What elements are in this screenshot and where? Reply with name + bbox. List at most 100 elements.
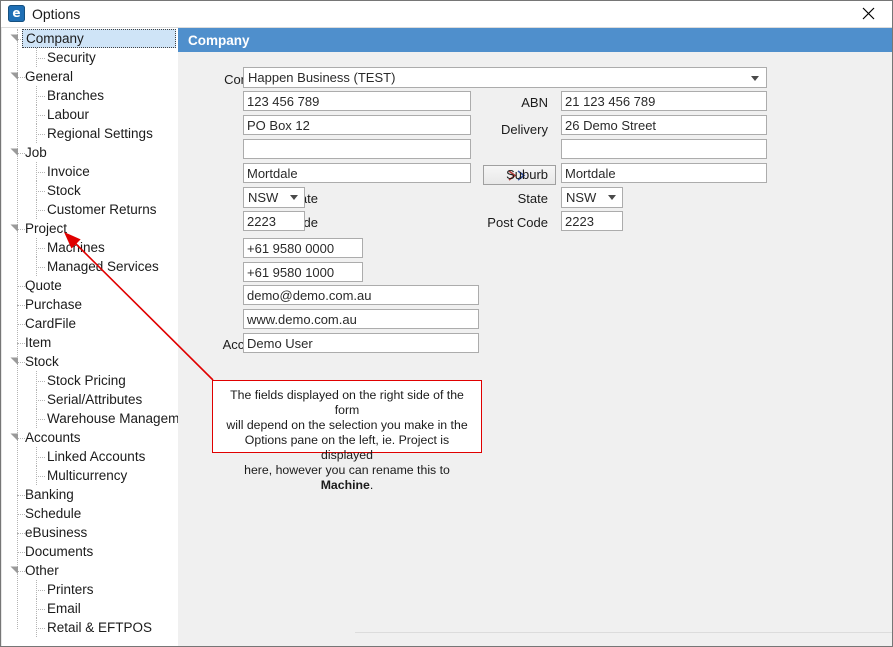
tree-guide-horizontal xyxy=(36,210,45,211)
tree-item-label: Email xyxy=(47,599,81,618)
tree-guide-horizontal xyxy=(36,609,45,610)
tree-guide-horizontal xyxy=(17,305,25,306)
tree-guide-horizontal xyxy=(36,134,45,135)
abn-input[interactable] xyxy=(561,91,767,111)
delivery-suburb-input[interactable] xyxy=(561,163,767,183)
tree-item-linked-accounts[interactable]: Linked Accounts xyxy=(47,447,145,466)
fax-input[interactable] xyxy=(243,262,363,282)
footer-separator xyxy=(355,632,893,633)
tree-item-job[interactable]: Job xyxy=(25,143,47,162)
delivery-post-code-input[interactable] xyxy=(561,211,623,231)
tree-item-item[interactable]: Item xyxy=(25,333,51,352)
tree-item-regional-settings[interactable]: Regional Settings xyxy=(47,124,153,143)
tree-item-label: Branches xyxy=(47,86,104,105)
tree-item-label: Invoice xyxy=(47,162,90,181)
tree-item-security[interactable]: Security xyxy=(47,48,96,67)
app-logo-icon: e xyxy=(8,5,25,22)
acn-input[interactable] xyxy=(243,91,471,111)
tree-item-label: Stock Pricing xyxy=(47,371,126,390)
window-title: Options xyxy=(32,5,80,23)
tree-item-stock[interactable]: Stock xyxy=(47,181,81,200)
callout-line-4-suffix: . xyxy=(370,478,373,492)
tree-expander-icon[interactable] xyxy=(10,148,19,157)
tree-item-multicurrency[interactable]: Multicurrency xyxy=(47,466,127,485)
chevron-down-icon xyxy=(608,195,616,200)
tree-item-label: Banking xyxy=(25,485,74,504)
tree-guide-horizontal xyxy=(36,191,45,192)
delivery-label: Delivery xyxy=(468,121,548,138)
tree-item-warehouse-management[interactable]: Warehouse Management xyxy=(47,409,178,428)
tree-item-label: Documents xyxy=(25,542,93,561)
tree-item-accounts[interactable]: Accounts xyxy=(25,428,81,447)
post-code-input[interactable] xyxy=(243,211,305,231)
tree-item-quote[interactable]: Quote xyxy=(25,276,62,295)
tree-item-customer-returns[interactable]: Customer Returns xyxy=(47,200,157,219)
tree-guide-horizontal xyxy=(36,628,45,629)
tree-item-schedule[interactable]: Schedule xyxy=(25,504,81,523)
address-line1-input[interactable] xyxy=(243,115,471,135)
tree-expander-icon[interactable] xyxy=(10,433,19,442)
suburb-input[interactable] xyxy=(243,163,471,183)
tree-item-email[interactable]: Email xyxy=(47,599,81,618)
tree-item-label: Accounts xyxy=(25,428,81,447)
delivery-state-select[interactable]: NSW xyxy=(561,187,623,208)
options-tree[interactable]: CompanySecurityGeneralBranchesLabourRegi… xyxy=(2,28,178,646)
delivery-line1-input[interactable] xyxy=(561,115,767,135)
tree-item-ebusiness[interactable]: eBusiness xyxy=(25,523,87,542)
callout-line-1: The fields displayed on the right side o… xyxy=(219,388,475,418)
tree-guide-horizontal xyxy=(17,533,25,534)
email-input[interactable] xyxy=(243,285,479,305)
address-line2-input[interactable] xyxy=(243,139,471,159)
tree-item-documents[interactable]: Documents xyxy=(25,542,93,561)
tree-item-branches[interactable]: Branches xyxy=(47,86,104,105)
tree-item-stock-pricing[interactable]: Stock Pricing xyxy=(47,371,126,390)
tree-item-other[interactable]: Other xyxy=(25,561,59,580)
delivery-line2-input[interactable] xyxy=(561,139,767,159)
company-name-combobox[interactable]: Happen Business (TEST) xyxy=(243,67,767,88)
website-input[interactable] xyxy=(243,309,479,329)
tree-item-labour[interactable]: Labour xyxy=(47,105,89,124)
tree-item-label: Printers xyxy=(47,580,94,599)
tree-item-label: Retail & EFTPOS xyxy=(47,618,152,637)
callout-line-4: here, however you can rename this to Mac… xyxy=(219,463,475,493)
tree-guide-horizontal xyxy=(17,286,25,287)
tree-expander-icon[interactable] xyxy=(10,34,19,43)
chevron-down-icon xyxy=(290,195,298,200)
tree-item-managed-services[interactable]: Managed Services xyxy=(47,257,159,276)
tree-item-printers[interactable]: Printers xyxy=(47,580,94,599)
tree-item-company[interactable]: Company xyxy=(22,29,176,48)
callout-line-2: will depend on the selection you make in… xyxy=(219,418,475,433)
close-icon[interactable] xyxy=(848,1,888,26)
tree-item-purchase[interactable]: Purchase xyxy=(25,295,82,314)
tree-item-label: Stock xyxy=(25,352,59,371)
tree-item-label: Other xyxy=(25,561,59,580)
content-pane: Company Company Name Happen Business (TE… xyxy=(178,28,892,646)
tree-item-label: eBusiness xyxy=(25,523,87,542)
callout-line-4-bold: Machine xyxy=(321,478,370,492)
dialog-footer: - Station level - Global level OK Cancel xyxy=(355,632,893,647)
tree-item-project[interactable]: Project xyxy=(25,219,67,238)
tree-expander-icon[interactable] xyxy=(10,72,19,81)
phone-input[interactable] xyxy=(243,238,363,258)
account-contact-input[interactable] xyxy=(243,333,479,353)
tree-guide-horizontal xyxy=(36,476,45,477)
tree-item-banking[interactable]: Banking xyxy=(25,485,74,504)
tree-expander-icon[interactable] xyxy=(10,566,19,575)
tree-item-label: Warehouse Management xyxy=(47,409,178,428)
tree-guide-horizontal xyxy=(36,248,45,249)
tree-item-general[interactable]: General xyxy=(25,67,73,86)
state-select[interactable]: NSW xyxy=(243,187,305,208)
tree-expander-icon[interactable] xyxy=(10,224,19,233)
tree-item-serial-attributes[interactable]: Serial/Attributes xyxy=(47,390,142,409)
tree-item-retail-eftpos[interactable]: Retail & EFTPOS xyxy=(47,618,152,637)
tree-item-label: Serial/Attributes xyxy=(47,390,142,409)
tree-item-cardfile[interactable]: CardFile xyxy=(25,314,76,333)
section-header-title: Company xyxy=(188,32,250,49)
tree-item-stock[interactable]: Stock xyxy=(25,352,59,371)
tree-item-machines[interactable]: Machines xyxy=(47,238,105,257)
tree-item-invoice[interactable]: Invoice xyxy=(47,162,90,181)
tree-guide-horizontal xyxy=(17,343,25,344)
chevron-down-icon xyxy=(751,76,759,81)
section-header: Company xyxy=(178,28,892,52)
tree-expander-icon[interactable] xyxy=(10,357,19,366)
